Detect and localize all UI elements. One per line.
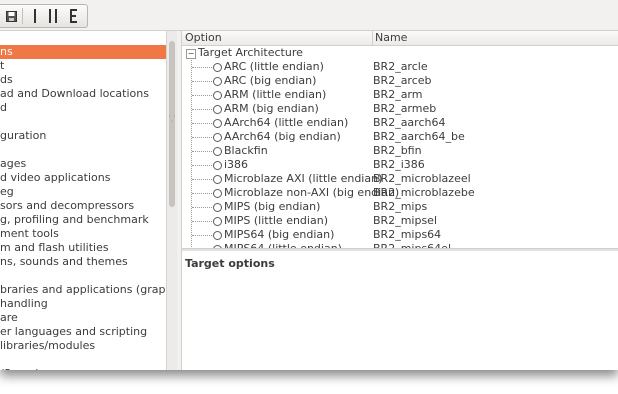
column-header-option[interactable]: Option [185,31,222,45]
option-label: Microblaze AXI (little endian) [224,172,383,185]
option-symbol-name: BR2_microblazeel [373,172,471,185]
option-symbol-name: BR2_arcle [373,60,428,73]
option-symbol-name: BR2_mipsel [373,214,437,227]
radio-button[interactable] [213,231,222,240]
option-symbol-name: BR2_i386 [373,158,425,171]
option-label: ARM (big endian) [224,102,319,115]
option-label: MIPS64 (big endian) [224,228,335,241]
radio-button[interactable] [213,133,222,142]
radio-button[interactable] [213,105,222,114]
option-symbol-name: BR2_aarch64_be [373,130,465,143]
option-label: AArch64 (little endian) [224,116,349,129]
help-title: Target options [185,257,275,270]
toolbar-separator [22,8,23,24]
option-symbol-name: BR2_mips64 [373,228,442,241]
option-row[interactable]: i386 BR2_i386 [182,158,618,172]
help-divider[interactable] [182,248,618,251]
option-symbol-name: BR2_microblazebe [373,186,475,199]
menu-item[interactable] [0,269,166,283]
option-label: ARC (big endian) [224,74,317,87]
option-row[interactable]: MIPS (big endian) BR2_mips [182,200,618,214]
option-row[interactable]: AArch64 (big endian) BR2_aarch64_be [182,130,618,144]
option-symbol-name: BR2_bfin [373,144,422,157]
radio-button[interactable] [213,91,222,100]
radio-button[interactable] [213,203,222,212]
column-header-name[interactable]: Name [375,31,407,45]
full-tree-view-icon[interactable] [63,5,83,27]
menu-item[interactable]: g, profiling and benchmark [0,213,166,227]
menu-item[interactable]: ages [0,157,166,171]
option-label: AArch64 (big endian) [224,130,341,143]
options-header: Option Name [182,31,618,46]
collapse-icon[interactable]: − [186,49,196,59]
menu-item[interactable]: eg [0,185,166,199]
radio-button[interactable] [213,119,222,128]
menu-item[interactable]: d [0,101,166,115]
menu-item[interactable] [0,115,166,129]
option-label: MIPS (little endian) [224,214,328,227]
menu-tree: ns t ds ad and Download locations d guration a… [0,31,166,370]
pane-resize-grip-icon[interactable]: · · · [168,113,176,126]
save-icon[interactable] [1,5,21,27]
options-tree: − Target Architecture ARC (little endian… [182,46,618,248]
menu-item[interactable]: sors and decompressors [0,199,166,213]
option-label: ARC (little endian) [224,60,324,73]
option-label: i386 [224,158,249,171]
menu-item[interactable]: /Sound [0,367,166,370]
option-label: Blackfin [224,144,268,157]
single-view-icon[interactable] [25,5,45,27]
option-symbol-name: BR2_arm [373,88,423,101]
menu-item[interactable]: ns, sounds and themes [0,255,166,269]
option-row[interactable]: ARM (big endian) BR2_armeb [182,102,618,116]
radio-button[interactable] [213,175,222,184]
radio-button[interactable] [213,63,222,72]
option-row[interactable]: ARM (little endian) BR2_arm [182,88,618,102]
menu-item[interactable]: d video applications [0,171,166,185]
tree-root-row[interactable]: − Target Architecture [182,46,618,60]
option-label: ARM (little endian) [224,88,327,101]
radio-button[interactable] [213,147,222,156]
menu-item[interactable]: libraries/modules [0,339,166,353]
option-row[interactable]: Microblaze AXI (little endian) BR2_microb… [182,172,618,186]
menu-item[interactable]: ds [0,73,166,87]
menu-item[interactable]: handling [0,297,166,311]
menu-item[interactable]: ment tools [0,227,166,241]
radio-button[interactable] [213,217,222,226]
radio-button[interactable] [213,77,222,86]
tree-root-label: Target Architecture [198,46,303,59]
option-symbol-name: BR2_arceb [373,74,432,87]
option-row[interactable]: MIPS (little endian) BR2_mipsel [182,214,618,228]
menu-item[interactable] [0,143,166,157]
app-window: ns t ds ad and Download locations d guration a… [0,0,618,370]
option-label: MIPS (big endian) [224,200,321,213]
menu-item[interactable]: t [0,59,166,73]
menu-item[interactable]: guration [0,129,166,143]
option-symbol-name: BR2_armeb [373,102,437,115]
option-row[interactable]: Microblaze non-AXI (big endian) BR2_micro… [182,186,618,200]
radio-button[interactable] [213,161,222,170]
option-row[interactable]: AArch64 (little endian) BR2_aarch64 [182,116,618,130]
menu-item[interactable] [0,353,166,367]
menu-item[interactable]: braries and applications (graphic/te [0,283,166,297]
menu-item[interactable]: ns [0,45,166,59]
toolbar-button-group [0,4,88,28]
split-view-icon[interactable] [43,5,63,27]
option-row[interactable]: Blackfin BR2_bfin [182,144,618,158]
option-row[interactable]: ARC (big endian) BR2_arceb [182,74,618,88]
option-row[interactable]: ARC (little endian) BR2_arcle [182,60,618,74]
radio-button[interactable] [213,189,222,198]
column-divider[interactable] [372,31,373,45]
option-row[interactable]: MIPS64 (big endian) BR2_mips64 [182,228,618,242]
menu-item[interactable]: er languages and scripting [0,325,166,339]
toolbar [0,0,618,31]
option-symbol-name: BR2_aarch64 [373,116,446,129]
menu-item[interactable]: ad and Download locations [0,87,166,101]
option-symbol-name: BR2_mips [373,200,428,213]
options-pane: Option Name − Target Architecture ARC (l… [182,31,618,370]
menu-item[interactable]: m and flash utilities [0,241,166,255]
menu-item[interactable]: are [0,311,166,325]
